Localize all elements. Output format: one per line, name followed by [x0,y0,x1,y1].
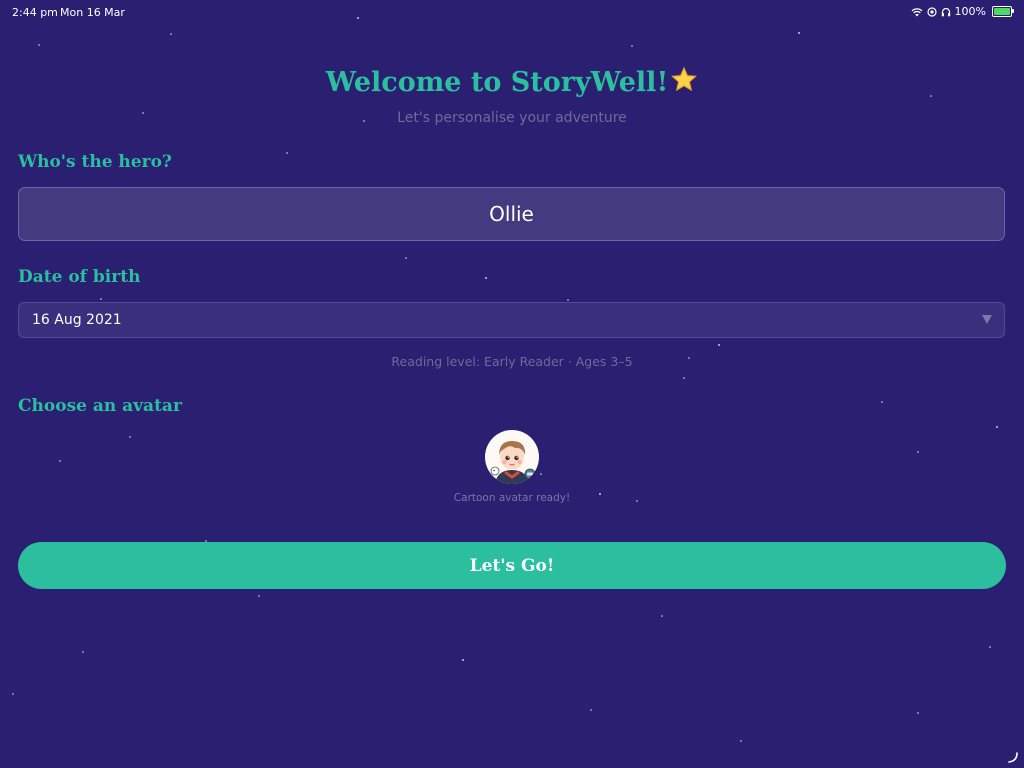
status-indicators: 100% [911,5,1014,18]
background-star [286,152,288,154]
background-star [12,693,14,695]
status-time: 2:44 pm [12,6,58,19]
status-bar: 2:44 pm Mon 16 Mar 100% [0,0,1024,24]
background-star [170,33,172,35]
background-star [996,426,998,428]
battery-icon [992,6,1014,17]
background-star [462,659,464,661]
background-star [38,44,40,46]
status-date: Mon 16 Mar [60,6,125,19]
reading-level-text: Reading level: Early Reader · Ages 3–5 [391,354,633,369]
avatar-image[interactable] [485,430,539,484]
chevron-down-icon [982,315,992,324]
background-star [485,277,487,279]
background-star [258,595,260,597]
dob-value: 16 Aug 2021 [32,312,122,328]
background-star [683,377,685,379]
battery-percent: 100% [954,5,986,18]
dob-select[interactable]: 16 Aug 2021 [18,302,1005,338]
background-star [631,45,633,47]
background-star [718,344,720,346]
headphones-icon [941,7,951,17]
background-star [129,436,131,438]
background-star [590,709,592,711]
background-star [917,451,919,453]
avatar-caption: Cartoon avatar ready! [453,492,571,504]
lets-go-button[interactable]: Let's Go! [18,542,1006,589]
page-title-text: Welcome to StoryWell! [325,67,669,98]
background-star [59,460,61,462]
background-star [567,299,569,301]
hero-label: Who's the hero? [18,152,172,172]
background-star [917,712,919,714]
background-star [740,740,742,742]
background-star [661,615,663,617]
dob-label: Date of birth [18,267,141,287]
page-subtitle: Let's personalise your adventure [397,110,627,126]
background-star [989,646,991,648]
background-star [82,651,84,653]
page-title: Welcome to StoryWell! [0,66,1024,101]
background-star [100,298,102,300]
location-icon [926,6,937,17]
avatar-label: Choose an avatar [18,396,182,416]
star-icon [670,66,698,101]
background-star [798,32,800,34]
wifi-icon [911,7,923,17]
resize-handle-icon [1006,749,1020,763]
background-star [881,401,883,403]
hero-name-input[interactable]: Ollie [18,187,1005,241]
background-star [405,257,407,259]
background-star [540,473,542,475]
hero-name-value: Ollie [489,202,534,226]
battery-fill [994,8,1010,15]
